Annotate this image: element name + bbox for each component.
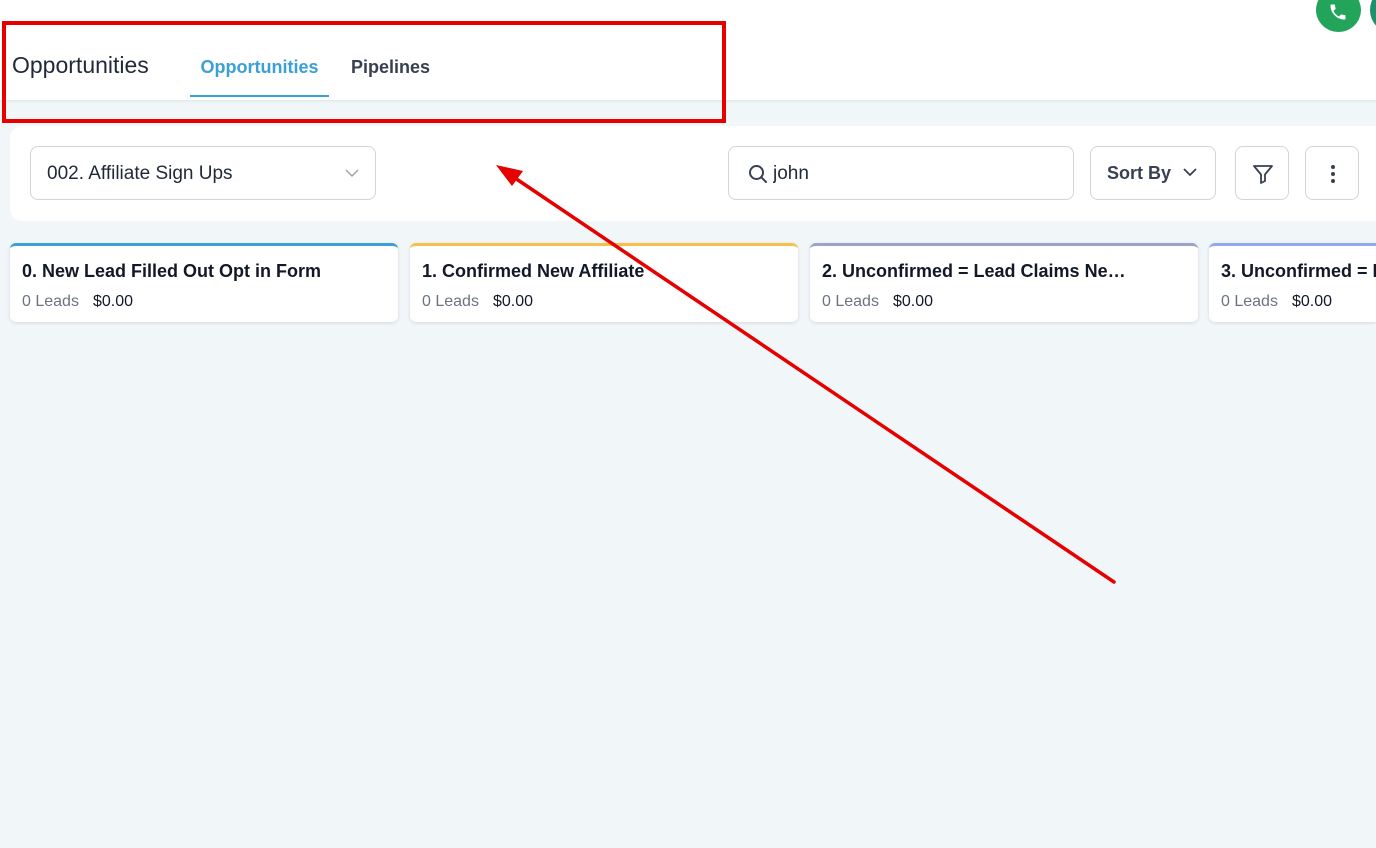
stage-lead-count: 0 Leads xyxy=(822,293,879,310)
stage-name: 1. Confirmed New Affiliate xyxy=(422,261,645,281)
chevron-down-icon xyxy=(345,169,359,178)
search-icon xyxy=(749,165,767,183)
filter-button[interactable] xyxy=(1235,146,1289,200)
stage-lead-count: 0 Leads xyxy=(22,293,79,310)
stage-amount: $0.00 xyxy=(493,293,534,310)
stage-amount: $0.00 xyxy=(93,293,134,310)
stage-name: 3. Unconfirmed = Lead Claims Not Interes… xyxy=(1221,261,1376,281)
stage-column-0[interactable]: 0. New Lead Filled Out Opt in Form 0 Lea… xyxy=(10,243,398,322)
chevron-down-icon xyxy=(1183,168,1197,177)
stage-lead-count: 0 Leads xyxy=(422,293,479,310)
stage-column-2[interactable]: 2. Unconfirmed = Lead Claims Ne… 0 Leads… xyxy=(810,243,1198,322)
sort-by-button[interactable]: Sort By xyxy=(1090,146,1216,200)
stage-amount: $0.00 xyxy=(893,293,934,310)
search-input[interactable] xyxy=(773,159,1053,189)
pipeline-select-value: 002. Affiliate Sign Ups xyxy=(47,163,233,184)
tab-opportunities[interactable]: Opportunities xyxy=(190,57,329,97)
pipeline-select[interactable]: 002. Affiliate Sign Ups xyxy=(30,146,376,200)
search-box[interactable] xyxy=(728,146,1074,200)
stage-name: 0. New Lead Filled Out Opt in Form xyxy=(22,261,322,281)
stage-amount: $0.00 xyxy=(1292,293,1333,310)
more-vertical-icon xyxy=(1331,165,1335,183)
filter-icon xyxy=(1253,165,1273,184)
tab-pipelines[interactable]: Pipelines xyxy=(351,57,430,78)
stage-name: 2. Unconfirmed = Lead Claims Ne… xyxy=(822,261,1126,281)
page-title: Opportunities xyxy=(12,52,149,78)
stage-lead-count: 0 Leads xyxy=(1221,293,1278,310)
phone-icon xyxy=(1330,4,1346,20)
top-header: Opportunities Opportunities Pipelines xyxy=(0,0,1376,100)
sort-by-label: Sort By xyxy=(1107,163,1172,183)
more-options-button[interactable] xyxy=(1305,146,1359,200)
stage-column-1[interactable]: 1. Confirmed New Affiliate 0 Leads $0.00 xyxy=(410,243,798,322)
stage-column-3[interactable]: 3. Unconfirmed = Lead Claims Not Interes… xyxy=(1209,243,1376,322)
